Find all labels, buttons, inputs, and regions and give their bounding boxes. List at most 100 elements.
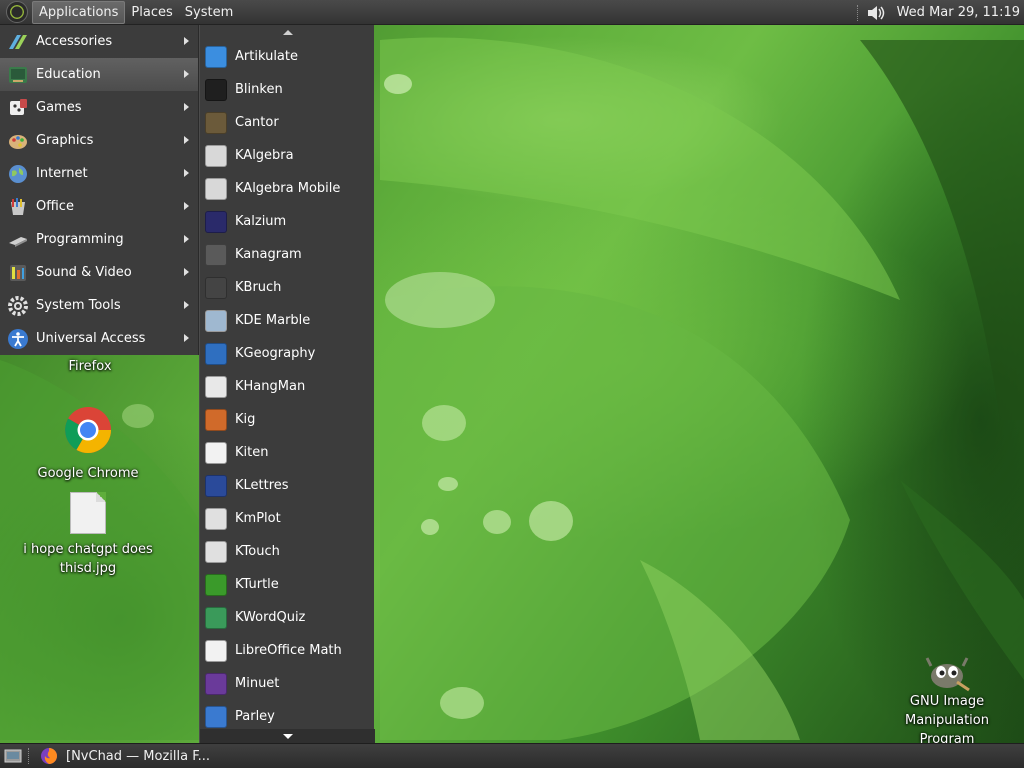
submenu-arrow-icon	[184, 334, 189, 342]
desktop-icon-label-line2: thisd.jpg	[59, 561, 117, 576]
submenu-item-kgeography[interactable]: KGeography	[200, 337, 375, 370]
desktop-icon-label: Google Chrome	[37, 466, 139, 481]
desktop-icon-label-line2: Manipulation	[904, 713, 989, 728]
kwordquiz-icon	[205, 606, 227, 629]
submenu-item-blinken[interactable]: Blinken	[200, 73, 375, 106]
panel-tray: Wed Mar 29, 11:19	[856, 0, 1024, 25]
submenu-item-kig[interactable]: Kig	[200, 403, 375, 436]
submenu-item-khangman[interactable]: KHangMan	[200, 370, 375, 403]
menu-category-graphics[interactable]: Graphics	[0, 124, 198, 157]
menu-category-accessories[interactable]: Accessories	[0, 25, 198, 58]
system-menu-button[interactable]: System	[179, 1, 239, 24]
menu-category-programming[interactable]: Programming	[0, 223, 198, 256]
speaker-icon[interactable]	[865, 3, 887, 23]
submenu-item-kanagram[interactable]: Kanagram	[200, 238, 375, 271]
submenu-item-label: Kalzium	[235, 214, 287, 229]
submenu-arrow-icon	[184, 70, 189, 78]
image-file-icon	[70, 492, 106, 534]
submenu-item-label: Kanagram	[235, 247, 302, 262]
menu-category-office[interactable]: Office	[0, 190, 198, 223]
submenu-item-klettres[interactable]: KLettres	[200, 469, 375, 502]
submenu-item-label: Blinken	[235, 82, 283, 97]
submenu-item-artikulate[interactable]: Artikulate	[200, 40, 375, 73]
submenu-item-minuet[interactable]: Minuet	[200, 667, 375, 700]
games-icon	[10, 98, 27, 115]
kalgebra-icon	[205, 144, 227, 167]
graphics-icon	[9, 134, 27, 149]
submenu-arrow-icon	[184, 268, 189, 276]
office-icon	[11, 197, 25, 215]
internet-icon	[9, 164, 27, 183]
minuet-icon	[205, 672, 227, 695]
submenu-item-kturtle[interactable]: KTurtle	[200, 568, 375, 601]
desktop-icon-google-chrome[interactable]: Google Chrome	[28, 406, 148, 483]
places-menu-button[interactable]: Places	[125, 1, 178, 24]
menu-category-education[interactable]: Education	[0, 58, 198, 91]
submenu-item-kalgebra[interactable]: KAlgebra	[200, 139, 375, 172]
show-desktop-icon[interactable]	[4, 748, 22, 764]
gimp-icon	[925, 657, 970, 692]
education-icon	[9, 66, 27, 83]
kmplot-icon	[205, 507, 227, 530]
submenu-item-kalzium[interactable]: Kalzium	[200, 205, 375, 238]
submenu-item-label: KGeography	[235, 346, 316, 361]
submenu-item-label: KmPlot	[235, 511, 281, 526]
menu-category-label: Programming	[36, 232, 124, 247]
submenu-arrow-icon	[184, 301, 189, 309]
submenu-item-kmplot[interactable]: KmPlot	[200, 502, 375, 535]
system-tools-icon	[8, 295, 28, 316]
menu-category-label: System Tools	[36, 298, 121, 313]
submenu-item-kde-marble[interactable]: KDE Marble	[200, 304, 375, 337]
submenu-item-label: KDE Marble	[235, 313, 311, 328]
desktop-icon-label: Firefox	[68, 359, 112, 374]
submenu-item-label: Kiten	[235, 445, 269, 460]
submenu-item-label: LibreOffice Math	[235, 643, 342, 658]
submenu-item-libreoffice-math[interactable]: LibreOffice Math	[200, 634, 375, 667]
desktop-icon-gimp[interactable]: GNU Image Manipulation Program	[888, 652, 1006, 743]
chrome-icon	[65, 407, 111, 453]
menu-category-games[interactable]: Games	[0, 91, 198, 124]
kalgebra-mobile-icon	[205, 177, 227, 200]
submenu-item-kalgebra-mobile[interactable]: KAlgebra Mobile	[200, 172, 375, 205]
desktop-icon-label-line1: GNU Image	[909, 694, 985, 709]
submenu-scroll-down[interactable]	[200, 729, 375, 743]
menu-category-system-tools[interactable]: System Tools	[0, 289, 198, 322]
menu-category-label: Accessories	[36, 34, 113, 49]
panel-separator	[856, 4, 859, 21]
submenu-item-cantor[interactable]: Cantor	[200, 106, 375, 139]
menu-category-sound-video[interactable]: Sound & Video	[0, 256, 198, 289]
submenu-item-ktouch[interactable]: KTouch	[200, 535, 375, 568]
submenu-item-kiten[interactable]: Kiten	[200, 436, 375, 469]
desktop-icon-image-file[interactable]: i hope chatgpt does thisd.jpg	[20, 492, 156, 578]
submenu-item-kbruch[interactable]: KBruch	[200, 271, 375, 304]
submenu-arrow-icon	[184, 37, 189, 45]
menu-category-label: Education	[36, 67, 101, 82]
submenu-scroll-up[interactable]	[200, 25, 375, 39]
submenu-item-label: KAlgebra	[235, 148, 294, 163]
artikulate-icon	[205, 45, 227, 68]
parley-icon	[205, 705, 227, 728]
menu-category-label: Sound & Video	[36, 265, 132, 280]
taskbar-window-firefox[interactable]: [NvChad — Mozilla F...	[36, 745, 214, 768]
sound-video-icon	[10, 264, 26, 281]
applications-menu-button[interactable]: Applications	[32, 0, 126, 24]
menu-category-internet[interactable]: Internet	[0, 157, 198, 190]
clock[interactable]: Wed Mar 29, 11:19	[897, 5, 1020, 20]
ktouch-icon	[205, 540, 227, 563]
universal-access-icon	[8, 328, 28, 349]
khangman-icon	[205, 375, 227, 398]
distro-logo-icon[interactable]	[6, 1, 28, 23]
firefox-icon	[41, 748, 57, 764]
submenu-arrow-icon	[184, 235, 189, 243]
education-submenu: Artikulate Blinken Cantor KAlgebra KAlgebra …	[199, 25, 375, 743]
desktop-icon-label-line1: i hope chatgpt does	[23, 542, 153, 557]
desktop-icon-firefox[interactable]: Firefox	[40, 357, 140, 376]
scroll-down-arrow-icon	[282, 733, 293, 739]
kgeography-icon	[205, 342, 227, 365]
submenu-item-kwordquiz[interactable]: KWordQuiz	[200, 601, 375, 634]
klettres-icon	[205, 474, 227, 497]
applications-menu: Accessories Education Games Graphics Int…	[0, 25, 199, 355]
menu-category-universal-access[interactable]: Universal Access	[0, 322, 198, 355]
blinken-icon	[205, 78, 227, 101]
libreoffice-math-icon	[205, 639, 227, 662]
